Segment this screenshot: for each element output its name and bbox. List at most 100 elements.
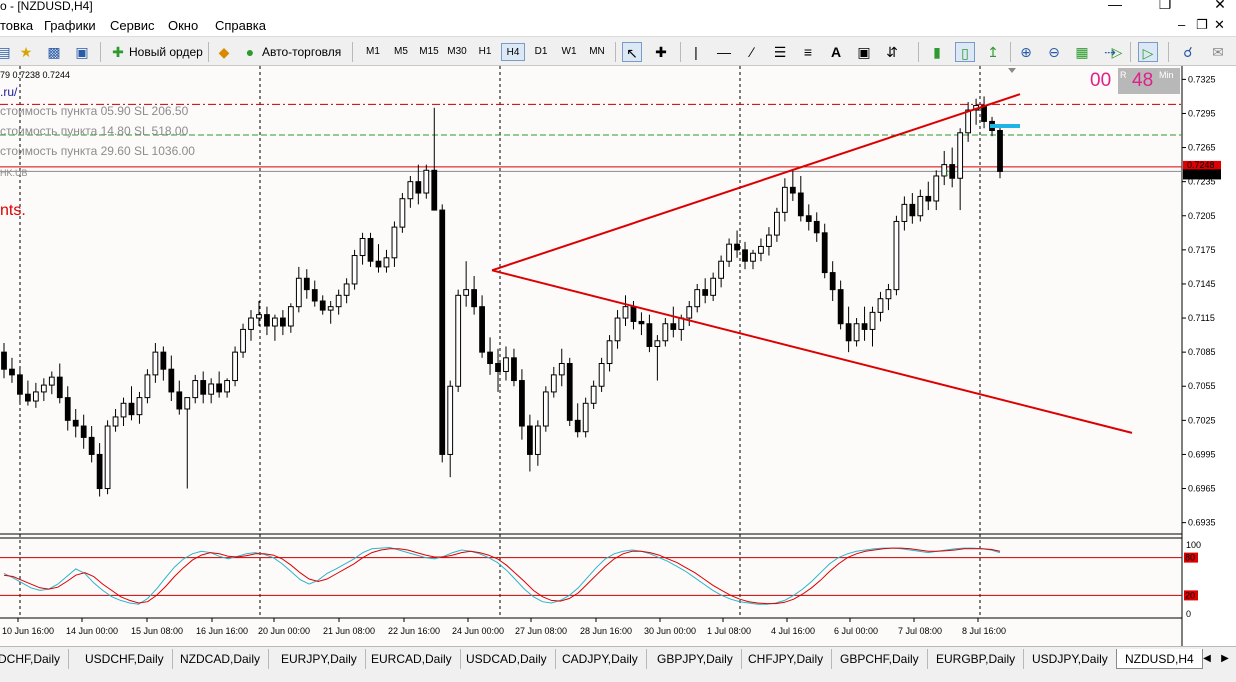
zoom-out-icon[interactable]: ⊖ — [1044, 42, 1064, 62]
tab-usdjpy-daily[interactable]: USDJPY,Daily — [1024, 649, 1117, 669]
candle-body — [981, 105, 987, 122]
candle-body — [797, 192, 804, 217]
ohlc-header: 79 0.7238 0.7244 — [0, 70, 71, 80]
time-tick-label-13: 6 Jul 00:00 — [834, 626, 878, 636]
candle-body — [758, 245, 764, 254]
candle-body — [965, 109, 972, 134]
terminal-icon[interactable]: ▩ — [44, 42, 64, 62]
menu-service[interactable]: Сервис — [110, 18, 155, 34]
tab-scroll-left-icon[interactable]: ◀ — [1200, 651, 1214, 667]
candle-body — [654, 340, 661, 347]
candle-body — [853, 323, 860, 342]
candle-body — [367, 237, 374, 262]
menu-help[interactable]: Справка — [215, 18, 266, 34]
timeframe-mn[interactable]: MN — [585, 43, 609, 61]
tab-cadjpy-daily[interactable]: CADJPY,Daily — [554, 649, 647, 669]
candle-body — [375, 260, 382, 268]
title-bar: o - [NZDUSD,H4] — ❐ ✕ — [0, 0, 1236, 16]
menu-charts[interactable]: Графики — [44, 18, 96, 34]
menu-trading[interactable]: товка — [0, 18, 33, 34]
restore-icon[interactable]: ❐ — [1150, 0, 1180, 13]
crosshair-icon[interactable]: ✚ — [651, 42, 671, 62]
timeframe-h1[interactable]: H1 — [473, 43, 497, 61]
candle-body — [526, 425, 533, 455]
price-tick-label-6: 0.7145 — [1188, 279, 1216, 289]
mdi-minimize-icon[interactable]: – — [1178, 18, 1185, 32]
candle-body — [208, 383, 215, 395]
candle-body — [909, 203, 916, 217]
tester-icon[interactable]: ▣ — [72, 42, 92, 62]
timeframe-h4[interactable]: H4 — [501, 43, 525, 61]
timeframe-m30[interactable]: M30 — [445, 43, 469, 61]
mdi-close-icon[interactable]: ✕ — [1214, 18, 1225, 32]
pip-value-line-3: стоимость пункта 29.60 SL 1036.00 — [0, 144, 195, 158]
candle-body — [351, 255, 358, 285]
timer-label-r: R — [1120, 70, 1127, 80]
minimize-icon[interactable]: — — [1100, 0, 1130, 13]
new-order-button[interactable]: Новый ордер — [129, 41, 203, 63]
candle-body — [96, 453, 103, 490]
horizontal-line-icon[interactable]: — — [714, 42, 734, 62]
timeframe-m5[interactable]: M5 — [389, 43, 413, 61]
market-watch-icon[interactable]: ▤ — [0, 42, 14, 62]
candle-body — [534, 425, 541, 455]
fibonacci-icon[interactable]: ≡ — [798, 42, 818, 62]
mdi-restore-icon[interactable]: ❐ — [1196, 18, 1208, 32]
channel-icon[interactable]: ☰ — [770, 42, 790, 62]
tab-dchf-daily[interactable]: DCHF,Daily — [0, 649, 70, 669]
tile-windows-icon[interactable]: ▦ — [1072, 42, 1092, 62]
text-label-icon[interactable]: ▣ — [854, 42, 874, 62]
bar-chart-icon[interactable]: ▮ — [927, 42, 947, 62]
candle-body — [471, 289, 478, 308]
chart-shift-icon[interactable]: ▷ — [1107, 42, 1127, 62]
close-icon[interactable]: ✕ — [1205, 0, 1235, 13]
arrows-icon[interactable]: ⇵ — [882, 42, 902, 62]
candle-body — [566, 363, 573, 421]
new-order-icon[interactable]: ✚ — [108, 42, 128, 62]
zoom-in-icon[interactable]: ⊕ — [1016, 42, 1036, 62]
tab-eurcad-daily[interactable]: EURCAD,Daily — [363, 649, 461, 669]
trendline-icon[interactable]: ∕ — [742, 42, 762, 62]
navigator-icon[interactable]: ★ — [16, 42, 36, 62]
tab-gbpjpy-daily[interactable]: GBPJPY,Daily — [649, 649, 742, 669]
expert-advisor-icon[interactable]: ◆ — [214, 42, 234, 62]
menu-window[interactable]: Окно — [168, 18, 198, 34]
candle-body — [383, 257, 390, 268]
timeframe-m1[interactable]: M1 — [361, 43, 385, 61]
candle-body — [264, 314, 270, 327]
tab-chfjpy-daily[interactable]: CHFJPY,Daily — [740, 649, 833, 669]
candle-body — [295, 277, 302, 308]
candle-body — [136, 397, 143, 416]
timeframe-d1[interactable]: D1 — [529, 43, 553, 61]
timeframe-m15[interactable]: M15 — [417, 43, 441, 61]
tab-eurjpy-daily[interactable]: EURJPY,Daily — [273, 649, 366, 669]
candle-body — [319, 300, 326, 311]
auto-trading-button[interactable]: Авто-торговля — [262, 41, 341, 63]
search-icon[interactable]: ☌ — [1178, 42, 1198, 62]
candlestick-icon[interactable]: ▯ — [955, 42, 975, 62]
line-chart-icon[interactable]: ↥ — [983, 42, 1003, 62]
chart-autoscroll-icon[interactable]: ▷ — [1138, 42, 1158, 62]
tab-usdcad-daily[interactable]: USDCAD,Daily — [458, 649, 556, 669]
candle-body — [789, 186, 796, 194]
chart-tabs: DCHF,Daily USDCHF,Daily NZDCAD,Daily EUR… — [0, 646, 1236, 670]
candle-body — [574, 419, 581, 433]
vertical-line-icon[interactable]: | — [686, 42, 706, 62]
price-tick-label-7: 0.7115 — [1188, 313, 1215, 323]
tab-nzdusd-h4[interactable]: NZDUSD,H4 — [1116, 649, 1203, 669]
chart-window[interactable]: 0.7325 0.7295 0.7265 0.7235 0.7205 0.7175 0.71… — [0, 66, 1236, 646]
tab-scroll-right-icon[interactable]: ▶ — [1218, 651, 1232, 667]
cursor-icon[interactable]: ↖ — [622, 42, 642, 62]
candle-body — [558, 363, 565, 376]
auto-trading-icon[interactable]: ● — [240, 42, 260, 62]
candle-body — [224, 380, 230, 393]
tab-usdchf-daily[interactable]: USDCHF,Daily — [77, 649, 173, 669]
tab-eurgbp-daily[interactable]: EURGBP,Daily — [928, 649, 1025, 669]
timeframe-w1[interactable]: W1 — [557, 43, 581, 61]
chat-icon[interactable]: ✉ — [1208, 42, 1228, 62]
tab-gbpchf-daily[interactable]: GBPCHF,Daily — [832, 649, 928, 669]
tab-nzdcad-daily[interactable]: NZDCAD,Daily — [172, 649, 270, 669]
candle-body — [407, 181, 414, 200]
candle-body — [391, 226, 398, 259]
text-icon[interactable]: A — [826, 42, 846, 62]
